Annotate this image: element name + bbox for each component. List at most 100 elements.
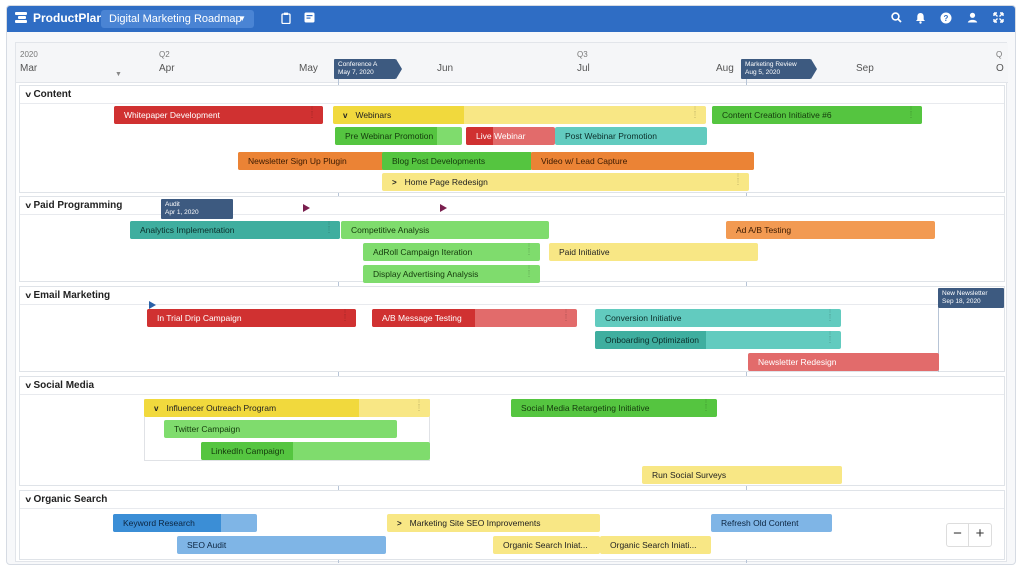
month-label: O [996, 63, 1004, 74]
milestone-date: Sep 18, 2020 [942, 298, 981, 305]
bar-post-webinar-promotion[interactable]: Post Webinar Promotion [555, 127, 707, 145]
search-icon[interactable] [889, 12, 903, 26]
bar-label: Blog Post Developments [392, 156, 486, 166]
bar-webinars[interactable]: v Webinars ⋮ ⋮ [333, 106, 706, 124]
drag-handle-icon[interactable]: ⋮ ⋮ [827, 332, 833, 344]
drag-handle-icon[interactable]: ⋮ ⋮ [526, 244, 532, 256]
bar-seo-audit[interactable]: SEO Audit [177, 536, 386, 554]
bell-icon[interactable] [913, 12, 927, 26]
bar-linkedin-campaign[interactable]: LinkedIn Campaign [201, 442, 430, 460]
zoom-in-button[interactable]: + [969, 524, 991, 546]
roadmap-selector[interactable]: Digital Marketing Roadmap ▼ [101, 10, 254, 28]
bar-organic-search-initiative-2[interactable]: Organic Search Iniati... [600, 536, 711, 554]
bar-label: Home Page Redesign [404, 177, 488, 187]
bar-onboarding-optimization[interactable]: Onboarding Optimization ⋮ ⋮ [595, 331, 841, 349]
bar-newsletter-redesign[interactable]: Newsletter Redesign [748, 353, 939, 371]
bar-content-creation-initiative[interactable]: Content Creation Initiative #6 ⋮ ⋮ [712, 106, 922, 124]
clipboard-icon[interactable] [279, 12, 293, 26]
lane-email-marketing: v Email Marketing New Newsletter Sep 18, … [19, 286, 1005, 372]
bar-analytics-implementation[interactable]: Analytics Implementation ⋮ ⋮ [130, 221, 340, 239]
drag-handle-icon[interactable]: ⋮ ⋮ [309, 107, 315, 119]
bar-ab-message-testing[interactable]: A/B Message Testing ⋮ ⋮ [372, 309, 577, 327]
bar-live-webinar[interactable]: Live Webinar [466, 127, 555, 145]
bar-influencer-outreach-program[interactable]: v Influencer Outreach Program ⋮ ⋮ [144, 399, 430, 417]
month-label: Mar [20, 63, 38, 74]
quarter-label: Q2 [159, 50, 170, 59]
bar-label: A/B Message Testing [382, 313, 462, 323]
lane-title: Organic Search [33, 494, 108, 505]
bar-marketing-site-seo[interactable]: > Marketing Site SEO Improvements [387, 514, 600, 532]
help-icon[interactable]: ? [939, 12, 953, 26]
flag-icon[interactable] [440, 204, 447, 212]
milestone-new-newsletter[interactable]: New Newsletter Sep 18, 2020 [938, 288, 1004, 308]
bar-label: Ad A/B Testing [736, 225, 792, 235]
chevron-right-icon[interactable]: > [397, 515, 402, 532]
drag-handle-icon[interactable]: ⋮ ⋮ [563, 310, 569, 322]
drag-handle-icon[interactable]: ⋮ ⋮ [342, 310, 348, 322]
bar-label: Organic Search Iniati... [610, 540, 697, 550]
bar-ad-ab-testing[interactable]: Ad A/B Testing [726, 221, 935, 239]
milestone-title: Audit [165, 201, 180, 208]
bar-display-advertising-analysis[interactable]: Display Advertising Analysis ⋮ ⋮ [363, 265, 540, 283]
drag-handle-icon[interactable]: ⋮ ⋮ [416, 400, 422, 412]
bar-pre-webinar-promotion[interactable]: Pre Webinar Promotion [335, 127, 462, 145]
bar-newsletter-sign-up-plugin[interactable]: Newsletter Sign Up Plugin [238, 152, 384, 170]
chevron-down-icon: v [25, 90, 32, 99]
bar-run-social-surveys[interactable]: Run Social Surveys [642, 466, 842, 484]
drag-handle-icon[interactable]: ⋮ ⋮ [827, 310, 833, 322]
bar-home-page-redesign[interactable]: > Home Page Redesign ⋮ ⋮ [382, 173, 749, 191]
chevron-down-icon[interactable]: v [154, 400, 158, 417]
drag-handle-icon[interactable]: ⋮ ⋮ [692, 107, 698, 119]
lane-title: Social Media [33, 380, 95, 391]
bar-video-lead-capture[interactable]: Video w/ Lead Capture [531, 152, 754, 170]
bar-in-trial-drip-campaign[interactable]: In Trial Drip Campaign ⋮ ⋮ [147, 309, 356, 327]
lane-organic-search: v Organic Search Keyword Research > Market… [19, 490, 1005, 560]
lane-header[interactable]: v Content [20, 86, 1004, 104]
bar-social-media-retargeting[interactable]: Social Media Retargeting Initiative ⋮ ⋮ [511, 399, 717, 417]
bar-conversion-initiative[interactable]: Conversion Initiative ⋮ ⋮ [595, 309, 841, 327]
lane-header[interactable]: v Organic Search [20, 491, 1004, 509]
timeline-header: 2020 Q2 Q3 Q Mar Apr May Jun Jul Aug Sep… [16, 43, 1008, 83]
timeline-scroll-caret-icon[interactable]: ▼ [115, 71, 122, 78]
bar-label: Marketing Site SEO Improvements [409, 518, 541, 528]
lane-header[interactable]: v Email Marketing [20, 287, 1004, 305]
drag-handle-icon[interactable]: ⋮ ⋮ [326, 222, 332, 234]
bar-keyword-research[interactable]: Keyword Research [113, 514, 257, 532]
month-label: Sep [856, 63, 874, 74]
flag-icon[interactable] [149, 301, 156, 309]
bar-adroll-campaign-iteration[interactable]: AdRoll Campaign Iteration ⋮ ⋮ [363, 243, 540, 261]
bar-label: Onboarding Optimization [605, 335, 700, 345]
bar-refresh-old-content[interactable]: Refresh Old Content [711, 514, 832, 532]
drag-handle-icon[interactable]: ⋮ ⋮ [703, 400, 709, 412]
flag-icon[interactable] [303, 204, 310, 212]
bar-label: Twitter Campaign [174, 424, 241, 434]
bar-label: Influencer Outreach Program [166, 403, 277, 413]
drag-handle-icon[interactable]: ⋮ ⋮ [908, 107, 914, 119]
bar-label: Run Social Surveys [652, 470, 727, 480]
drag-handle-icon[interactable]: ⋮ ⋮ [735, 174, 741, 186]
user-icon[interactable] [965, 12, 979, 26]
lane-header[interactable]: v Social Media [20, 377, 1004, 395]
milestone-marketing-review[interactable]: Marketing Review Aug 5, 2020 [741, 59, 817, 79]
bar-organic-search-initiative-1[interactable]: Organic Search Iniat... [493, 536, 600, 554]
notes-icon[interactable] [302, 12, 316, 26]
milestone-conference-a[interactable]: Conference A May 7, 2020 [334, 59, 402, 79]
expand-icon[interactable] [991, 12, 1005, 26]
bar-label: Keyword Research [123, 518, 195, 528]
zoom-out-button[interactable]: − [947, 524, 969, 546]
svg-text:?: ? [944, 14, 949, 23]
chevron-right-icon[interactable]: > [392, 174, 397, 191]
bar-blog-post-developments[interactable]: Blog Post Developments [382, 152, 532, 170]
app-logo[interactable]: ProductPlan [15, 11, 104, 25]
bar-paid-initiative[interactable]: Paid Initiative [549, 243, 758, 261]
bar-twitter-campaign[interactable]: Twitter Campaign [164, 420, 397, 438]
bar-label: SEO Audit [187, 540, 227, 550]
top-bar: ProductPlan Digital Marketing Roadmap ▼ … [7, 6, 1015, 32]
drag-handle-icon[interactable]: ⋮ ⋮ [526, 266, 532, 278]
chevron-down-icon: ▼ [238, 14, 246, 23]
milestone-audit[interactable]: Audit Apr 1, 2020 [161, 199, 233, 219]
bar-competitive-analysis[interactable]: Competitive Analysis [341, 221, 549, 239]
chevron-down-icon[interactable]: v [343, 107, 347, 124]
quarter-label: Q [996, 50, 1003, 59]
bar-whitepaper-development[interactable]: Whitepaper Development ⋮ ⋮ [114, 106, 323, 124]
